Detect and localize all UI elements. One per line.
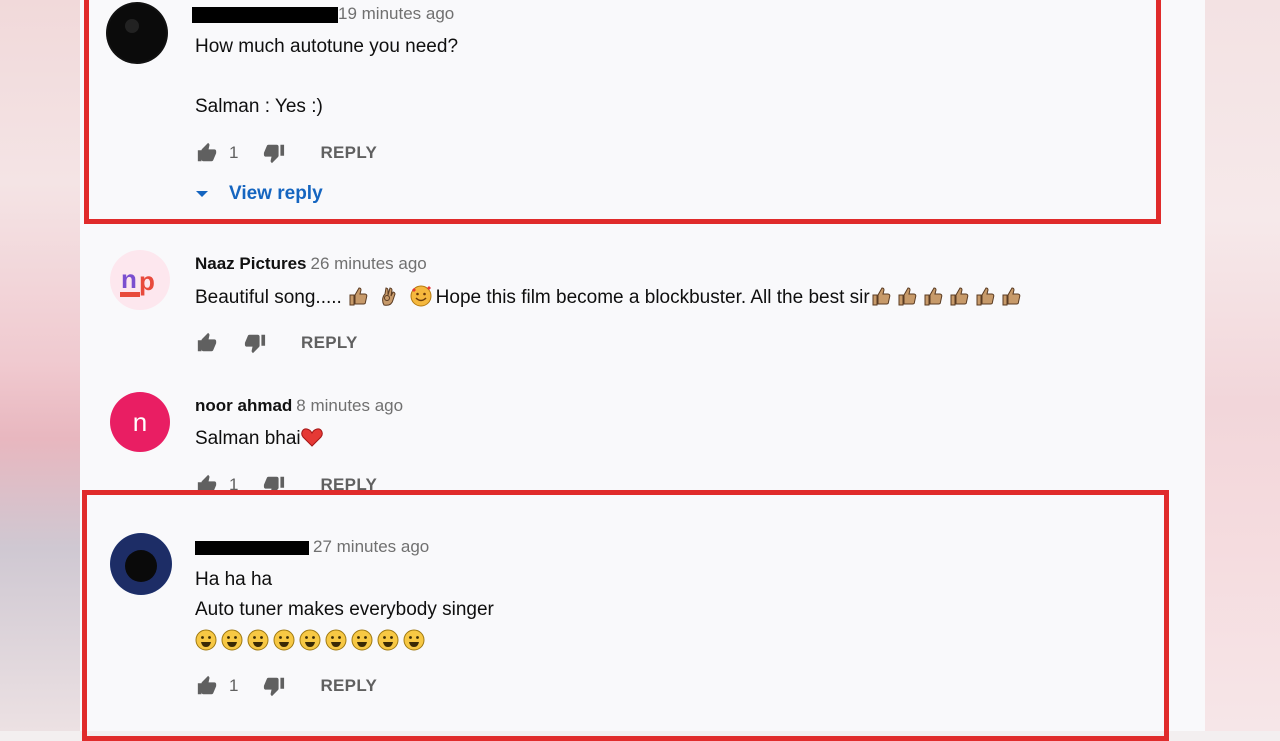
- thumbs-up-emoji-icon: [924, 287, 943, 306]
- avatar[interactable]: n p: [110, 250, 170, 310]
- svg-text:n: n: [121, 264, 137, 294]
- svg-text:p: p: [139, 266, 155, 296]
- thumbs-down-icon[interactable]: [243, 332, 267, 354]
- thumbs-up-emoji-icon: [349, 287, 368, 306]
- thumbs-up-emoji-icon: [1002, 287, 1021, 306]
- comment-header: noor ahmad 8 minutes ago: [195, 396, 403, 416]
- red-heart-emoji-icon: [300, 428, 323, 447]
- emoji-group: [870, 287, 1026, 308]
- comment-text: Salman bhai: [195, 424, 327, 454]
- avatar[interactable]: n: [110, 392, 170, 452]
- reply-button[interactable]: REPLY: [301, 333, 358, 353]
- background-right: [1200, 0, 1280, 731]
- highlight-box: [82, 490, 1169, 741]
- comment-text-part: Beautiful song.....: [195, 287, 348, 308]
- comment-actions: REPLY: [195, 332, 358, 354]
- thumbs-up-emoji-icon: [872, 287, 891, 306]
- comment-timestamp[interactable]: 26 minutes ago: [311, 254, 427, 273]
- comment-author[interactable]: Naaz Pictures: [195, 254, 307, 273]
- comment-header: Naaz Pictures 26 minutes ago: [195, 254, 427, 274]
- comment-text-part: Salman bhai: [195, 428, 301, 449]
- background-left: [0, 0, 80, 731]
- ok-hand-emoji-icon: [382, 287, 396, 306]
- comment-text: Beautiful song..... Hope this film becom…: [195, 283, 1026, 313]
- highlight-box: [84, 0, 1161, 224]
- thumbs-up-emoji-icon: [950, 287, 969, 306]
- comment-timestamp[interactable]: 8 minutes ago: [296, 396, 403, 415]
- naaz-pictures-logo: n p: [120, 264, 155, 297]
- thumbs-up-emoji-icon: [976, 287, 995, 306]
- comment-text-part: Hope this film become a blockbuster. All…: [435, 287, 870, 308]
- smiling-face-hearts-emoji-icon: [410, 285, 432, 307]
- thumbs-up-emoji-icon: [898, 287, 917, 306]
- avatar-letter: n: [132, 406, 148, 437]
- comment-author[interactable]: noor ahmad: [195, 396, 292, 415]
- thumbs-up-icon[interactable]: [195, 332, 219, 354]
